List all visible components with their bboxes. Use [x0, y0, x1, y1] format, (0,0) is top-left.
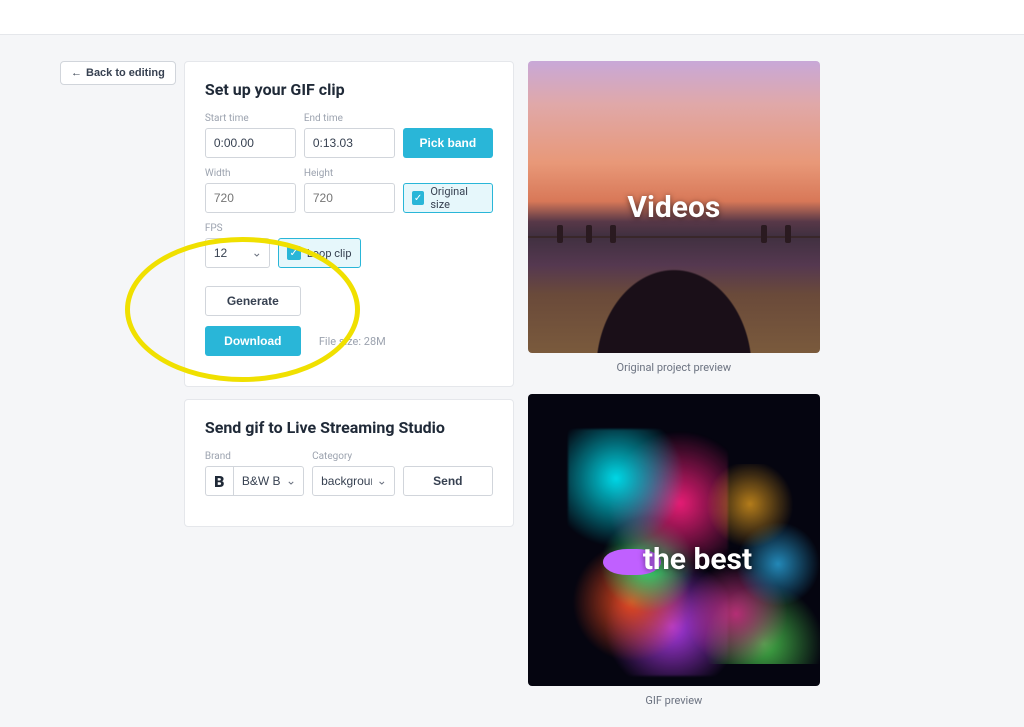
file-size-text: File size: 28M [319, 335, 386, 348]
category-select[interactable]: background [312, 466, 395, 496]
height-input[interactable] [304, 183, 395, 213]
gif-setup-card: Set up your GIF clip Start time End time… [184, 61, 514, 387]
back-to-editing-button[interactable]: ← Back to editing [60, 61, 176, 85]
gif-card-title: Set up your GIF clip [205, 80, 493, 99]
loop-clip-label: Loop clip [307, 247, 352, 260]
gif-caption: GIF preview [528, 694, 820, 707]
height-label: Height [304, 168, 395, 179]
end-time-input[interactable] [304, 128, 395, 158]
check-icon: ✓ [287, 246, 301, 260]
category-label: Category [312, 451, 395, 462]
main-layout: ← Back to editing Set up your GIF clip S… [0, 35, 1024, 727]
fps-select[interactable]: 12 [205, 238, 270, 268]
pick-band-button[interactable]: Pick band [403, 128, 493, 158]
bold-icon: B [205, 466, 233, 496]
topbar [0, 0, 1024, 35]
start-time-input[interactable] [205, 128, 296, 158]
arrow-left-icon: ← [71, 67, 82, 79]
original-overlay-text: Videos [627, 190, 720, 225]
preview-column: Videos Original project preview the best… [528, 61, 820, 707]
gif-preview: the best [528, 394, 820, 686]
download-button[interactable]: Download [205, 326, 301, 356]
send-button[interactable]: Send [403, 466, 493, 496]
original-size-checkbox[interactable]: ✓ Original size [403, 183, 493, 213]
brand-select[interactable]: B&W Brand [233, 466, 304, 496]
start-time-label: Start time [205, 113, 296, 124]
send-gif-card: Send gif to Live Streaming Studio Brand … [184, 399, 514, 527]
end-time-label: End time [304, 113, 395, 124]
back-label: Back to editing [86, 67, 165, 79]
width-input[interactable] [205, 183, 296, 213]
left-column: Set up your GIF clip Start time End time… [184, 61, 514, 527]
original-preview-block: Videos Original project preview [528, 61, 820, 374]
fps-label: FPS [205, 223, 270, 234]
gif-preview-block: the best GIF preview [528, 394, 820, 707]
brand-label: Brand [205, 451, 304, 462]
original-caption: Original project preview [528, 361, 820, 374]
check-icon: ✓ [412, 191, 425, 205]
loop-clip-checkbox[interactable]: ✓ Loop clip [278, 238, 361, 268]
send-card-title: Send gif to Live Streaming Studio [205, 418, 493, 437]
gif-overlay-text: the best [643, 542, 752, 577]
generate-button[interactable]: Generate [205, 286, 301, 316]
width-label: Width [205, 168, 296, 179]
original-size-label: Original size [430, 185, 483, 211]
original-preview: Videos [528, 61, 820, 353]
